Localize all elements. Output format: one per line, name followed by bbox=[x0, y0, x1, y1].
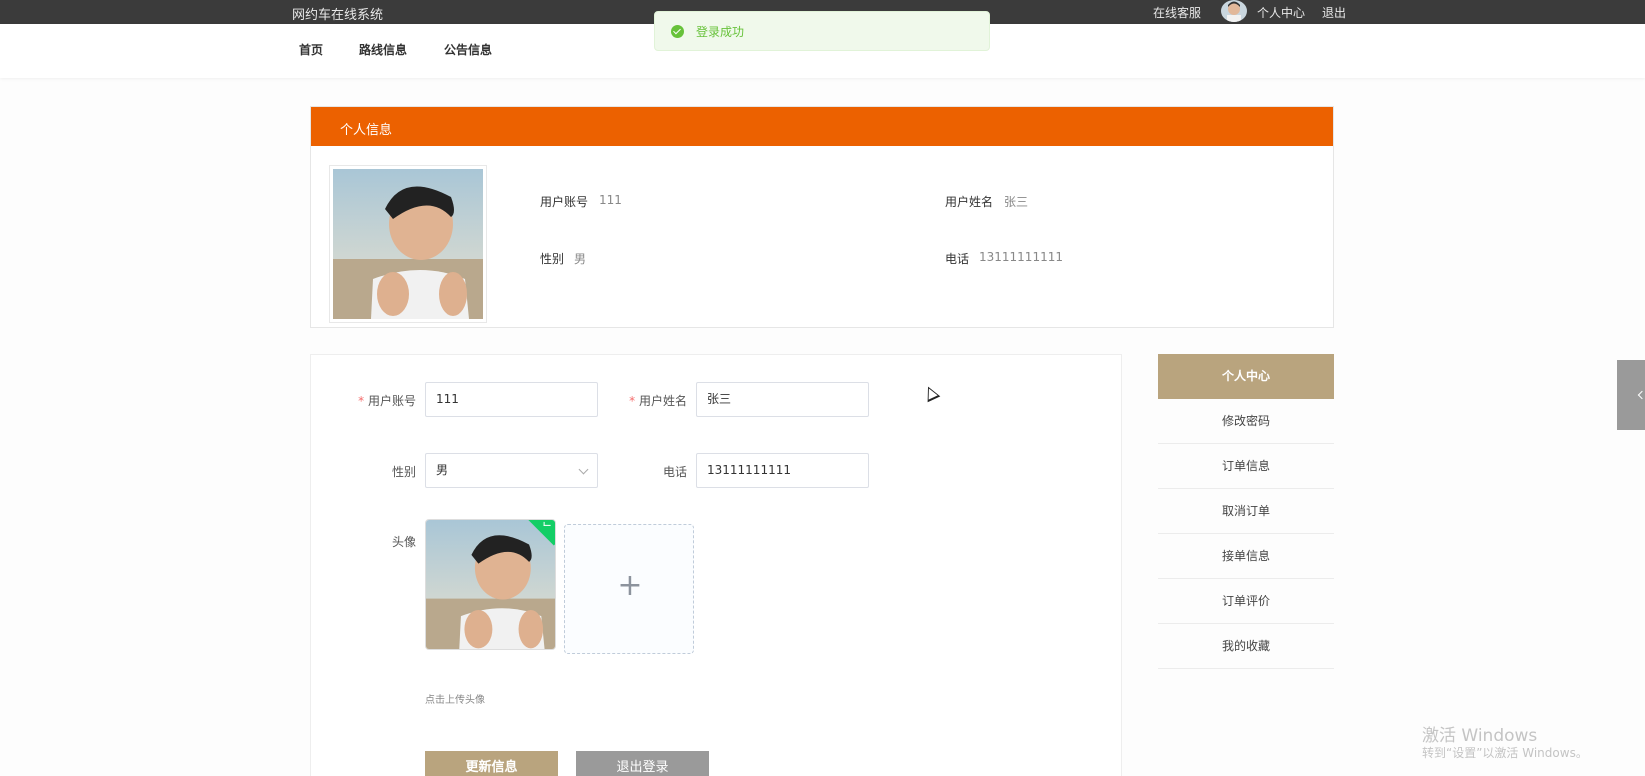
side-menu: 个人中心 修改密码 订单信息 取消订单 接单信息 订单评价 我的收藏 bbox=[1158, 354, 1334, 669]
side-menu-personal-center[interactable]: 个人中心 bbox=[1158, 354, 1334, 399]
gender-select-value: 男 bbox=[436, 463, 449, 477]
side-menu-cancel-orders[interactable]: 取消订单 bbox=[1158, 489, 1334, 534]
check-circle-icon bbox=[671, 25, 684, 38]
personal-center-link[interactable]: 个人中心 bbox=[1257, 4, 1305, 21]
profile-card-header: 个人信息 bbox=[311, 107, 1333, 146]
gender-select[interactable]: 男 bbox=[425, 453, 598, 488]
chevron-down-icon bbox=[578, 464, 589, 475]
avatar-label: 头像 bbox=[391, 535, 416, 549]
logout-link[interactable]: 退出 bbox=[1322, 4, 1346, 21]
required-mark: * bbox=[629, 394, 636, 408]
profile-card: 个人信息 用户账号 111 用户姓名 张三 性别 男 电话 1311111111… bbox=[310, 106, 1334, 328]
info-account-value: 111 bbox=[599, 193, 622, 207]
avatar[interactable] bbox=[1221, 0, 1247, 22]
info-account-label: 用户账号 bbox=[540, 195, 589, 209]
info-name-value: 张三 bbox=[1004, 195, 1029, 209]
account-input[interactable]: 111 bbox=[425, 382, 598, 417]
side-menu-order-reviews[interactable]: 订单评价 bbox=[1158, 579, 1334, 624]
chevron-left-icon bbox=[1637, 390, 1645, 400]
info-name-label: 用户姓名 bbox=[945, 195, 994, 209]
phone-input[interactable]: 13111111111 bbox=[696, 453, 869, 488]
side-menu-favorites[interactable]: 我的收藏 bbox=[1158, 624, 1334, 669]
info-gender-value: 男 bbox=[574, 252, 587, 266]
site-title: 网约车在线系统 bbox=[292, 8, 384, 23]
edit-form: * 用户账号 111 * 用户姓名 张三 性别 男 电话 13111111111… bbox=[310, 354, 1122, 776]
logout-button[interactable]: 退出登录 bbox=[576, 751, 709, 776]
side-menu-accepted-orders[interactable]: 接单信息 bbox=[1158, 534, 1334, 579]
nav-item-routes[interactable]: 路线信息 bbox=[359, 41, 407, 58]
uploaded-avatar[interactable] bbox=[425, 519, 556, 650]
info-phone-label: 电话 bbox=[945, 252, 970, 266]
phone-label: 电话 bbox=[662, 465, 687, 479]
profile-card-title: 个人信息 bbox=[340, 123, 393, 138]
avatar-uploader[interactable]: + bbox=[564, 524, 694, 654]
nav-item-home[interactable]: 首页 bbox=[299, 41, 323, 58]
upload-hint: 点击上传头像 bbox=[425, 695, 485, 706]
info-phone-value: 13111111111 bbox=[979, 250, 1063, 264]
floating-side-tab[interactable] bbox=[1617, 360, 1645, 430]
update-info-button[interactable]: 更新信息 bbox=[425, 751, 558, 776]
info-gender-label: 性别 bbox=[540, 252, 565, 266]
required-mark: * bbox=[358, 394, 365, 408]
side-menu-orders[interactable]: 订单信息 bbox=[1158, 444, 1334, 489]
windows-activation-subtitle: 转到“设置”以激活 Windows。 bbox=[1422, 746, 1588, 760]
side-menu-change-password[interactable]: 修改密码 bbox=[1158, 399, 1334, 444]
success-toast: 登录成功 bbox=[654, 11, 990, 51]
windows-activation-title: 激活 Windows bbox=[1422, 726, 1538, 746]
account-label: * 用户账号 bbox=[358, 394, 416, 408]
toast-message: 登录成功 bbox=[696, 25, 745, 39]
profile-photo bbox=[329, 165, 487, 323]
plus-icon: + bbox=[617, 568, 643, 603]
name-label: * 用户姓名 bbox=[629, 394, 687, 408]
nav-item-notices[interactable]: 公告信息 bbox=[444, 41, 492, 58]
online-service-link[interactable]: 在线客服 bbox=[1153, 4, 1201, 21]
name-input[interactable]: 张三 bbox=[696, 382, 869, 417]
gender-label: 性别 bbox=[391, 465, 416, 479]
